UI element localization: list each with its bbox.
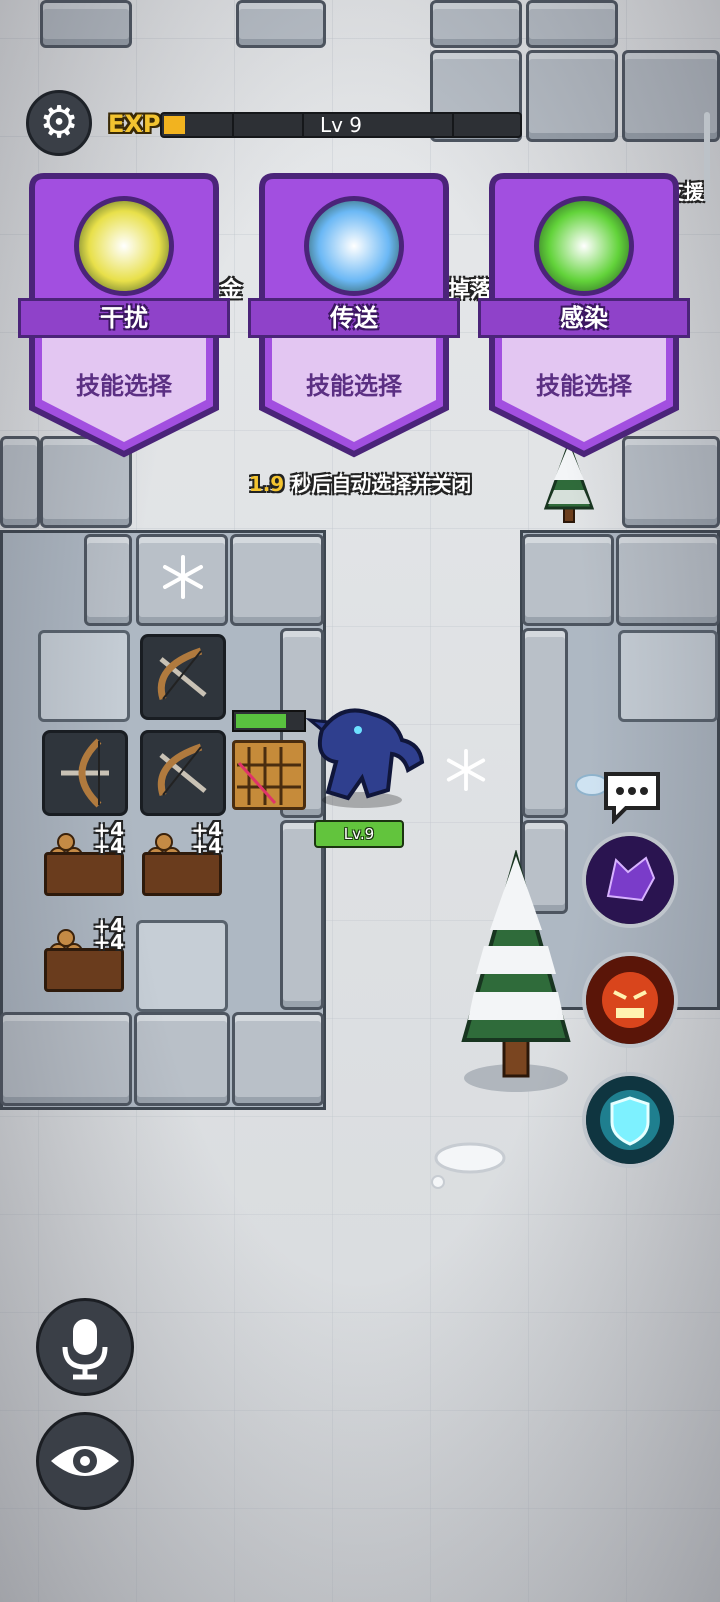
wolf-howl-icon	[586, 836, 674, 924]
skill-card[interactable]: 传送 技能选择	[248, 168, 460, 460]
select-skill-button[interactable]: 技能选择	[24, 366, 224, 401]
skill-card[interactable]: 干扰 技能选择	[18, 168, 230, 460]
large-pine-tree	[461, 850, 571, 1092]
skill-name: 传送	[330, 304, 378, 332]
crossbow-icon	[61, 738, 109, 808]
eye-icon	[51, 1446, 119, 1476]
microphone-icon	[62, 1319, 108, 1380]
crossbow-tower-slot[interactable]	[42, 730, 128, 816]
lumber-crate	[44, 852, 124, 896]
crossbow-tower-slot[interactable]	[140, 730, 226, 816]
empty-tile[interactable]	[618, 630, 718, 722]
lumber-crate	[142, 852, 222, 896]
empty-tile[interactable]	[38, 630, 130, 722]
resource-gain: +4	[93, 834, 124, 858]
shield-ability[interactable]	[582, 1072, 678, 1168]
view-toggle-button[interactable]	[36, 1412, 134, 1510]
lumber-generator[interactable]: +4 +4	[42, 818, 126, 906]
skill-name-ribbon: 感染	[478, 298, 690, 338]
teleport-burst-icon	[304, 196, 404, 296]
timer-seconds: 1.9	[248, 472, 285, 496]
wall-block	[522, 534, 614, 626]
snowflake-icon	[446, 748, 486, 792]
exp-label: EXP	[108, 110, 161, 138]
select-skill-button[interactable]: 技能选择	[484, 366, 684, 401]
resource-gain: +4	[191, 834, 222, 858]
wall-block	[0, 1012, 132, 1106]
wall-block	[522, 628, 568, 818]
lumber-generator[interactable]: +4 +4	[140, 818, 224, 906]
settings-button[interactable]: ⚙	[26, 90, 92, 156]
enemy-level-badge: Lv.9	[314, 820, 404, 848]
wall-block	[526, 50, 618, 142]
crossbow-tower-slot[interactable]	[140, 634, 226, 720]
wall-block	[430, 0, 522, 48]
snowflake-icon	[163, 555, 203, 599]
empty-tile[interactable]	[136, 920, 228, 1012]
chat-bubble-icon[interactable]	[600, 768, 664, 824]
wall-block	[280, 820, 324, 1010]
snow-pile	[431, 1142, 506, 1189]
wolf-howl-ability[interactable]	[582, 832, 678, 928]
exp-bar: Lv 9	[160, 112, 522, 138]
lumber-crate	[44, 948, 124, 992]
shield-glow-icon	[586, 1076, 674, 1164]
skill-name-ribbon: 传送	[248, 298, 460, 338]
wall-block	[40, 0, 132, 48]
wall-block	[236, 0, 326, 48]
wall-block	[616, 534, 720, 626]
lightning-figure-icon	[74, 196, 174, 296]
wall-block	[134, 1012, 230, 1106]
skill-name: 干扰	[100, 304, 148, 332]
wall-block	[84, 534, 132, 626]
crossbow-icon	[157, 647, 207, 701]
crossbow-icon	[157, 743, 207, 797]
player-level: Lv 9	[319, 113, 363, 137]
rage-face-icon	[586, 956, 674, 1044]
timer-message: 秒后自动选择并关闭	[291, 472, 472, 496]
werewolf-enemy[interactable]	[292, 700, 430, 810]
voice-chat-button[interactable]	[36, 1298, 134, 1396]
wall-block	[232, 1012, 324, 1106]
wall-block	[526, 0, 618, 48]
lumber-generator[interactable]: +4 +4	[42, 914, 126, 1002]
top-hud: ⚙ EXP Lv 9	[26, 90, 526, 160]
skill-name-ribbon: 干扰	[18, 298, 230, 338]
skill-card[interactable]: 感染 技能选择	[478, 168, 690, 460]
rage-ability[interactable]	[582, 952, 678, 1048]
gear-icon: ⚙	[39, 97, 79, 148]
wall-block	[230, 534, 324, 626]
skill-name: 感染	[560, 304, 608, 332]
auto-select-timer: 1.9 秒后自动选择并关闭	[0, 468, 720, 497]
select-skill-button[interactable]: 技能选择	[254, 366, 454, 401]
gate-hp-fill	[236, 714, 287, 728]
infection-figure-icon	[534, 196, 634, 296]
scrollbar[interactable]	[704, 112, 710, 202]
resource-gain: +4	[93, 930, 124, 954]
